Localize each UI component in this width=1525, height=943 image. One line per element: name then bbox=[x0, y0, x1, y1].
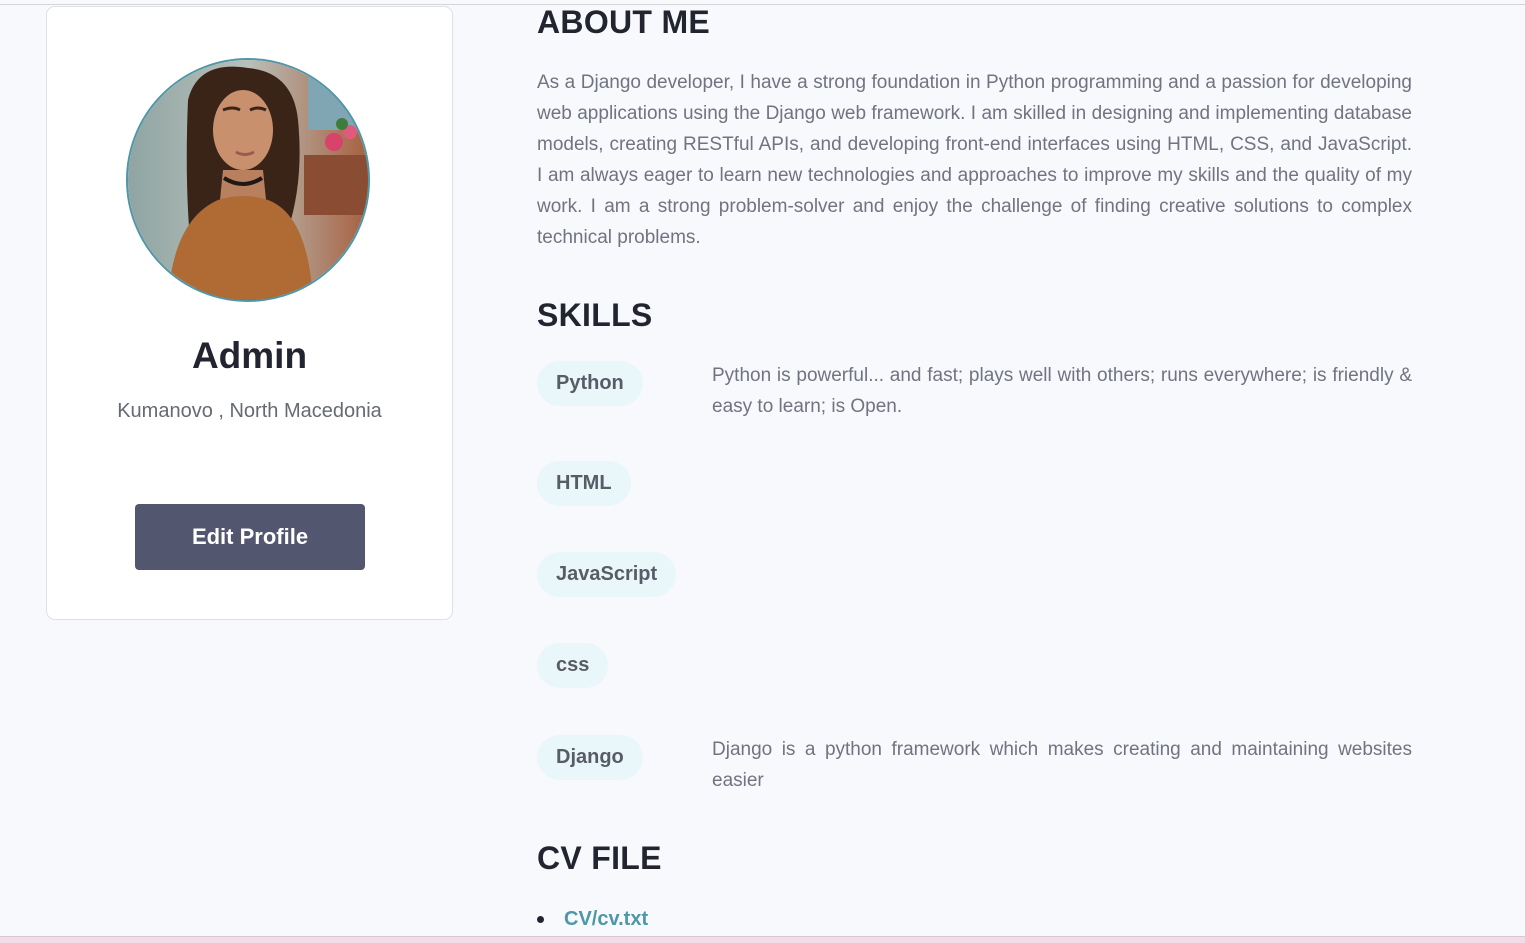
edit-profile-button[interactable]: Edit Profile bbox=[135, 504, 365, 570]
skill-pill-python: Python bbox=[537, 361, 643, 406]
skill-pill-javascript: JavaScript bbox=[537, 552, 677, 597]
avatar-photo bbox=[128, 60, 368, 300]
top-divider bbox=[0, 4, 1525, 5]
about-heading: ABOUT ME bbox=[537, 4, 711, 40]
cv-file-item: CV/cv.txt bbox=[537, 903, 648, 935]
skill-description-django: Django is a python framework which makes… bbox=[712, 739, 1412, 791]
avatar bbox=[126, 58, 370, 302]
skill-pill-css: css bbox=[537, 643, 609, 688]
cv-file-link[interactable]: CV/cv.txt bbox=[564, 908, 648, 930]
cv-heading: CV FILE bbox=[537, 840, 662, 876]
profile-location: Kumanovo , North Macedonia bbox=[117, 400, 382, 422]
cv-file-list: CV/cv.txt bbox=[537, 903, 648, 935]
about-text: As a Django developer, I have a strong f… bbox=[537, 72, 1412, 248]
skill-description-python: Python is powerful... and fast; plays we… bbox=[712, 365, 1412, 417]
skill-pill-django: Django bbox=[537, 735, 643, 780]
profile-card: Admin Kumanovo , North Macedonia Edit Pr… bbox=[46, 6, 453, 620]
skill-pill-html: HTML bbox=[537, 461, 631, 506]
skills-heading: SKILLS bbox=[537, 297, 653, 333]
profile-name: Admin bbox=[191, 335, 308, 376]
bullet-icon bbox=[537, 916, 544, 923]
